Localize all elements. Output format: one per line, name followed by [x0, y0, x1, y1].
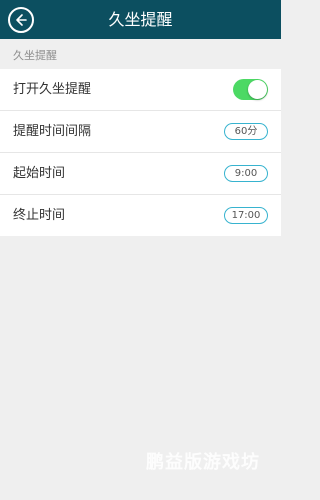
- setting-row-interval: 提醒时间间隔 60分: [0, 111, 281, 153]
- page-title: 久坐提醒: [108, 10, 173, 29]
- setting-label: 提醒时间间隔: [13, 124, 92, 139]
- section-header: 久坐提醒: [0, 39, 281, 69]
- setting-row-start-time: 起始时间 9:00: [0, 153, 281, 195]
- setting-label: 起始时间: [13, 166, 66, 181]
- section-header-label: 久坐提醒: [13, 49, 57, 62]
- enable-reminder-toggle[interactable]: [233, 79, 268, 100]
- interval-value-button[interactable]: 60分: [224, 123, 268, 140]
- end-time-value-button[interactable]: 17:00: [224, 207, 268, 224]
- app-bar: 久坐提醒: [0, 0, 281, 39]
- settings-list: 打开久坐提醒 提醒时间间隔 60分 起始时间 9:00 终止时间 17:00: [0, 69, 281, 236]
- setting-label: 终止时间: [13, 208, 66, 223]
- toggle-knob: [248, 80, 267, 99]
- watermark: 鹏益版游戏坊: [146, 452, 260, 473]
- setting-label: 打开久坐提醒: [13, 82, 92, 97]
- start-time-value-button[interactable]: 9:00: [224, 165, 268, 182]
- setting-row-enable-reminder: 打开久坐提醒: [0, 69, 281, 111]
- setting-row-end-time: 终止时间 17:00: [0, 195, 281, 236]
